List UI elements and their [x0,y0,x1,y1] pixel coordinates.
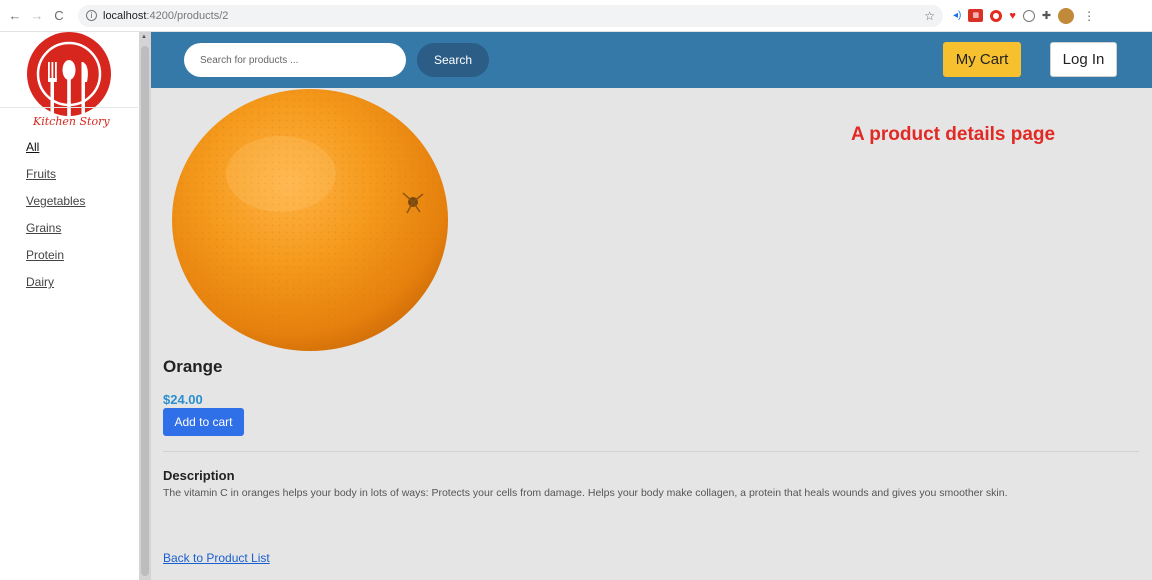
category-item-protein: Protein [26,248,85,275]
category-link-fruits[interactable]: Fruits [26,167,56,181]
browser-menu-icon[interactable]: ⋮ [1083,9,1095,23]
header-bar: Search My Cart Log In [151,32,1152,88]
browser-toolbar: ← → C i localhost:4200/products/2 ☆ ◂) ▦… [0,0,1152,32]
product-price: $24.00 [163,392,203,407]
main-content: Search My Cart Log In A product details … [151,32,1152,580]
search-input[interactable] [184,43,406,77]
login-button[interactable]: Log In [1050,42,1117,77]
extension-globe-icon[interactable] [1022,9,1035,22]
description-text: The vitamin C in oranges helps your body… [163,487,1008,499]
reload-icon[interactable]: C [50,7,68,25]
logo-text: Kitchen Story [33,115,110,128]
search-button[interactable]: Search [417,43,489,77]
category-link-dairy[interactable]: Dairy [26,275,54,289]
category-item-grains: Grains [26,221,85,248]
url-host: localhost [103,9,147,22]
back-to-product-list-link[interactable]: Back to Product List [163,551,270,565]
section-divider [163,451,1139,452]
orange-fruit-image [172,89,448,351]
extension-opera-icon[interactable] [990,9,1003,22]
description-heading: Description [163,468,235,483]
category-link-all[interactable]: All [26,140,39,154]
category-link-vegetables[interactable]: Vegetables [26,194,85,208]
product-name: Orange [163,357,223,376]
forward-arrow-icon[interactable]: → [28,7,46,25]
my-cart-button[interactable]: My Cart [943,42,1021,77]
logo-divider [0,107,138,108]
bookmark-star-icon[interactable]: ☆ [924,9,935,23]
back-arrow-icon[interactable]: ← [6,7,24,25]
category-item-vegetables: Vegetables [26,194,85,221]
add-to-cart-button[interactable]: Add to cart [163,408,244,436]
kitchen-story-logo[interactable] [25,32,113,128]
category-item-fruits: Fruits [26,167,85,194]
address-bar[interactable]: i localhost:4200/products/2 ☆ [78,4,943,27]
category-list: All Fruits Vegetables Grains Protein Dai… [26,140,85,302]
url-path: :4200/products/2 [146,9,229,22]
extensions-area: ◂) ▦ ♥ ✚ ⋮ [953,7,1095,24]
extension-new-icon[interactable]: ▦ [968,9,984,22]
category-item-dairy: Dairy [26,275,85,302]
extension-heart-icon[interactable]: ♥ [1009,9,1016,23]
category-link-grains[interactable]: Grains [26,221,61,235]
scrollbar-thumb[interactable] [141,46,149,576]
extensions-puzzle-icon[interactable]: ✚ [1042,9,1051,23]
scroll-up-icon[interactable]: ▲ [141,34,147,40]
category-link-protein[interactable]: Protein [26,248,64,262]
sidebar-scrollbar[interactable]: ▲ [139,32,151,580]
category-item-all: All [26,140,85,167]
page-annotation: A product details page [851,124,1056,145]
extension-sound-icon[interactable]: ◂) [953,9,961,23]
site-info-icon[interactable]: i [86,10,97,21]
profile-avatar[interactable] [1058,7,1075,24]
category-sidebar: Kitchen Story All Fruits Vegetables Grai… [0,32,138,580]
